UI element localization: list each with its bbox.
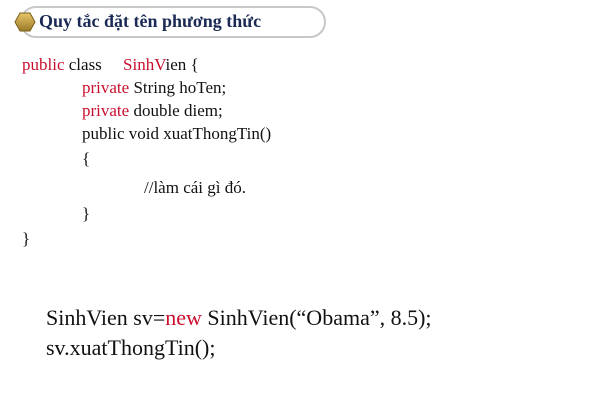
code-field-hoten: private String hoTen;	[82, 77, 226, 99]
slide-title: Quy tắc đặt tên phương thức	[39, 11, 262, 31]
code-comment: //làm cái gì đó.	[144, 178, 246, 197]
code-close-brace-inner: }	[82, 204, 91, 223]
hexagon-bullet-icon	[14, 12, 36, 32]
keyword-public: public	[22, 55, 65, 74]
field-decl: double diem;	[129, 101, 223, 120]
class-name-part-v: V	[154, 55, 166, 74]
usage-line-1: SinhVien sv=new SinhVien(“Obama”, 8.5);	[46, 303, 432, 333]
code-method-signature: public void xuatThongTin()	[82, 124, 272, 143]
class-name-part-ien: ien {	[165, 55, 199, 74]
field-decl: String hoTen;	[129, 78, 227, 97]
usage-line-2: sv.xuatThongTin();	[46, 335, 216, 360]
usage-constructor-call: SinhVien(“Obama”, 8.5);	[201, 305, 432, 330]
keyword-private: private	[82, 78, 130, 97]
code-close-brace-outer: }	[22, 229, 31, 248]
usage-declaration: SinhVien sv=	[46, 305, 166, 330]
keyword-class: class	[64, 55, 124, 74]
keyword-private: private	[82, 101, 130, 120]
code-field-diem: private double diem;	[82, 100, 223, 122]
class-name-part-sinh: Sinh	[123, 55, 155, 74]
code-open-brace: {	[82, 149, 91, 168]
keyword-new: new	[165, 305, 202, 330]
code-class-declaration: public class SinhVien {	[22, 54, 199, 76]
